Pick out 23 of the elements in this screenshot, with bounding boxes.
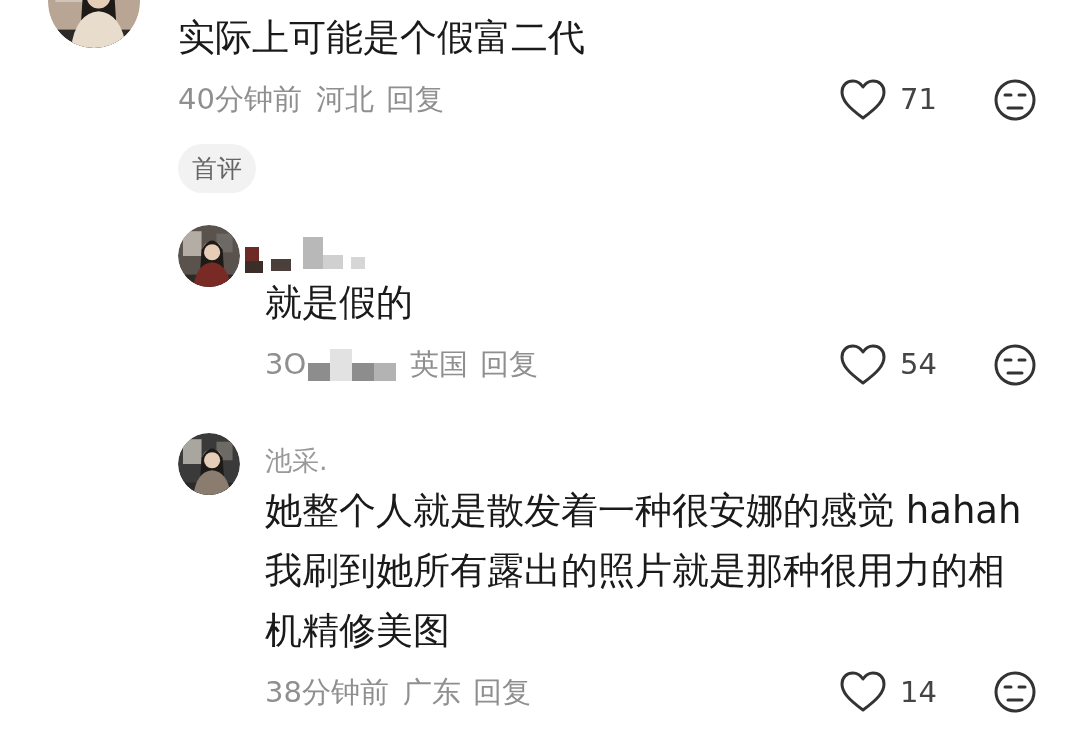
time-text: 38分钟前 (265, 673, 389, 711)
unamused-face-icon[interactable] (994, 78, 1036, 121)
first-comment-badge: 首评 (178, 143, 256, 193)
time-text: 3O (265, 346, 307, 383)
time-text: 40分钟前 (178, 81, 302, 118)
region-text: 河北 (315, 81, 374, 118)
reply-link[interactable]: 回复 (385, 78, 444, 122)
reply-text: 就是假的 (265, 280, 414, 326)
unamused-face-icon[interactable] (994, 671, 1036, 714)
unamused-face-icon[interactable] (994, 343, 1036, 386)
region-text: 英国 (410, 346, 469, 383)
comment-text: 实际上可能是个假富二代 (178, 16, 586, 60)
reply-link[interactable]: 回复 (480, 343, 539, 387)
like-count: 14 (900, 673, 937, 711)
heart-icon[interactable] (840, 671, 886, 714)
like-count: 54 (900, 346, 937, 383)
heart-icon[interactable] (840, 343, 886, 386)
like-count: 71 (900, 81, 937, 118)
username: 池采. (265, 444, 328, 479)
reply-link[interactable]: 回复 (472, 670, 531, 714)
heart-icon[interactable] (840, 78, 886, 121)
region-text: 广东 (402, 673, 461, 711)
reply-text: 她整个人就是散发着一种很安娜的感觉 hahah 我刷到她所有露出的照片就是那种很用力的相机精修美图 (265, 487, 1023, 654)
